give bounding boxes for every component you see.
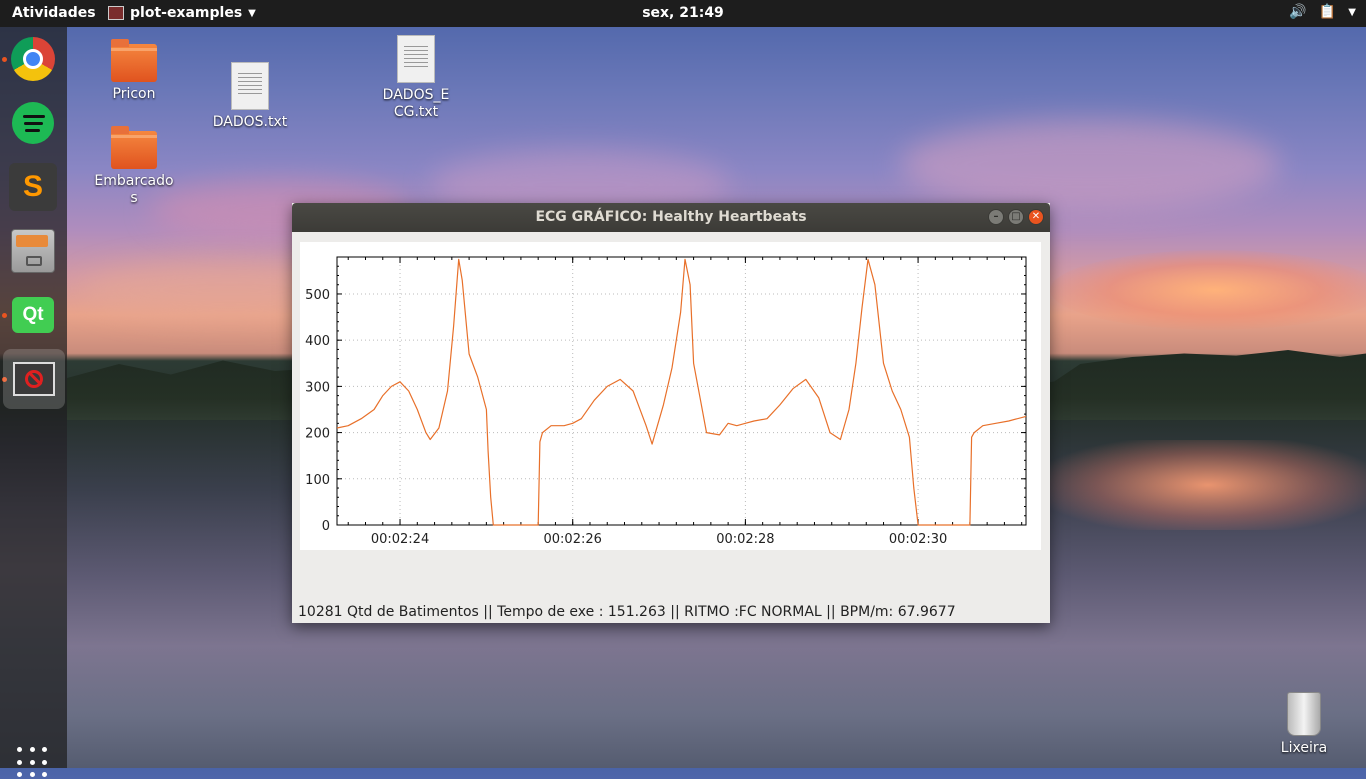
dock-sublime-text[interactable]: S (9, 163, 57, 211)
qt-creator-icon: Qt (12, 297, 54, 333)
dock: S Qt (0, 27, 67, 778)
trash-icon (1287, 692, 1321, 736)
ecg-window: ECG GRÁFICO: Healthy Heartbeats – □ ✕ 0 1… (292, 203, 1050, 623)
text-file-icon (231, 62, 269, 110)
files-icon (11, 229, 55, 273)
ecg-app-icon (13, 362, 55, 396)
x-tick-label: 00:02:26 (544, 532, 602, 547)
sublime-text-icon: S (9, 163, 57, 211)
window-titlebar[interactable]: ECG GRÁFICO: Healthy Heartbeats (292, 203, 1050, 232)
clock[interactable]: sex, 21:49 (642, 5, 724, 21)
y-tick-label: 300 (305, 380, 330, 395)
dock-ecg-app[interactable] (3, 349, 65, 409)
y-tick-label: 500 (305, 288, 330, 303)
ecg-plot: 0 100 200 300 400 500 00:02:24 00:02:26 00:02:28… (300, 242, 1041, 550)
dock-spotify[interactable] (9, 99, 57, 147)
x-tick-label: 00:02:24 (371, 532, 429, 547)
status-text: 10281 Qtd de Batimentos || Tempo de exe … (298, 604, 956, 620)
app-menu-icon (108, 6, 124, 20)
dock-qt-creator[interactable]: Qt (9, 291, 57, 339)
desktop-icon-label: DADOS_ECG.txt (382, 87, 450, 120)
minimize-button[interactable]: – (988, 209, 1004, 225)
activities-button[interactable]: Atividades (12, 5, 96, 21)
running-indicator (2, 57, 7, 62)
app-menu[interactable]: plot-examples ▼ (108, 5, 256, 21)
volume-icon: 🔊 (1289, 4, 1307, 20)
dock-chrome[interactable] (9, 35, 57, 83)
ecg-series-line (336, 258, 1027, 526)
background-cloud (900, 120, 1280, 210)
desktop-folder-embarcados[interactable]: Embarcados (94, 126, 174, 207)
desktop-icon-label: DADOS.txt (212, 114, 288, 130)
folder-icon (111, 126, 157, 169)
x-tick-label: 00:02:28 (716, 532, 774, 547)
desktop-folder-pricon[interactable]: Pricon (100, 39, 168, 102)
clipboard-icon: 📋 (1318, 4, 1337, 20)
system-tray[interactable]: 🔊 📋 ▼ (1289, 4, 1356, 22)
desktop-trash[interactable]: Lixeira (1272, 692, 1336, 756)
chrome-icon (11, 37, 55, 81)
maximize-button[interactable]: □ (1008, 209, 1024, 225)
dock-files[interactable] (9, 227, 57, 275)
desktop-icon-label: Pricon (112, 86, 156, 102)
app-menu-label: plot-examples (130, 5, 243, 21)
ecg-chart: 0 100 200 300 400 500 00:02:24 00:02:26 00:02:28… (305, 256, 1027, 547)
system-menu-icon: ▼ (1348, 7, 1356, 18)
running-indicator (2, 313, 7, 318)
y-tick-label: 200 (305, 427, 330, 442)
top-bar: Atividades plot-examples ▼ sex, 21:49 🔊 … (0, 0, 1366, 27)
background-water-glow (1050, 440, 1366, 530)
chevron-down-icon: ▼ (248, 7, 256, 19)
desktop-icon-label: Lixeira (1280, 740, 1328, 756)
text-file-icon (397, 35, 435, 83)
spotify-icon (12, 102, 54, 144)
y-tick-label: 100 (305, 473, 330, 488)
folder-icon (111, 39, 157, 82)
y-tick-label: 400 (305, 334, 330, 349)
desktop-icon-label: Embarcados (94, 173, 174, 206)
x-tick-label: 00:02:30 (889, 532, 947, 547)
background-sun-glow (1050, 250, 1366, 330)
close-button[interactable]: ✕ (1028, 209, 1044, 225)
desktop-file-dados[interactable]: DADOS.txt (210, 62, 290, 130)
show-applications-button[interactable] (17, 747, 49, 779)
desktop-file-dados-ecg[interactable]: DADOS_ECG.txt (382, 35, 450, 121)
y-tick-label: 0 (322, 519, 330, 534)
window-title: ECG GRÁFICO: Healthy Heartbeats (535, 209, 807, 225)
